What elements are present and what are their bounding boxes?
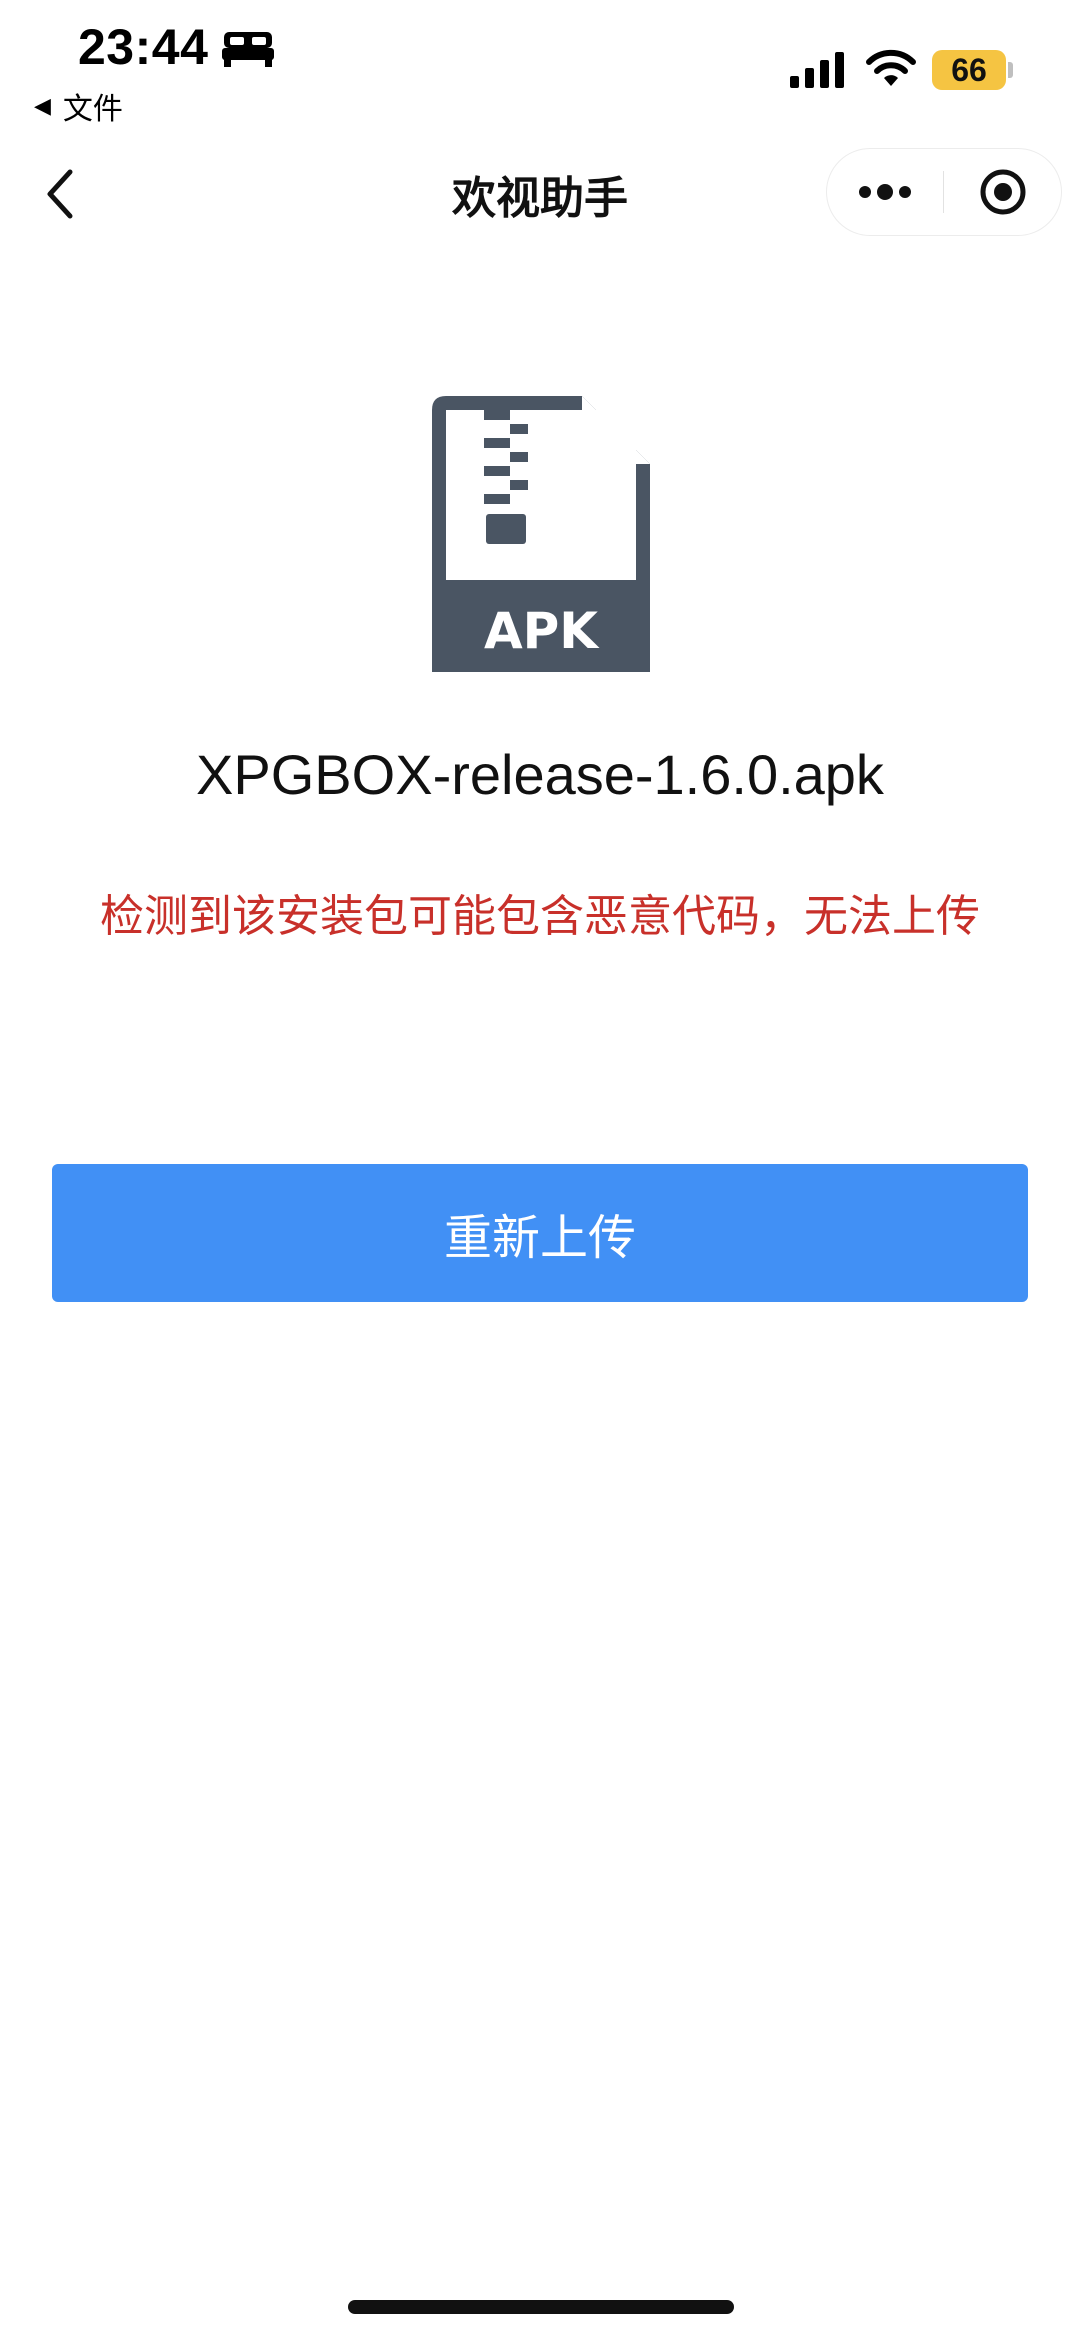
nav-bar: 欢视助手 (0, 140, 1080, 250)
back-triangle-icon: ◀ (34, 93, 51, 119)
apk-file-label: APK (484, 602, 600, 660)
battery-level: 66 (951, 51, 987, 88)
more-icon (859, 184, 911, 200)
home-indicator[interactable] (348, 2300, 734, 2314)
back-app-label: 文件 (62, 92, 123, 127)
battery-icon: 66 (932, 50, 1006, 90)
status-bar: 23:44 ◀ 文件 66 (0, 0, 1080, 127)
back-to-app-link[interactable]: ◀ 文件 (34, 84, 123, 128)
battery-terminal (1008, 62, 1013, 78)
close-target-icon (980, 169, 1025, 215)
reupload-button[interactable]: 重新上传 (52, 1164, 1028, 1302)
status-time: 23:44 (78, 19, 209, 75)
wifi-icon (866, 49, 916, 86)
signal-icon (790, 52, 844, 88)
bed-icon (222, 32, 274, 67)
error-message: 检测到该安装包可能包含恶意代码，无法上传 (100, 891, 980, 942)
close-button[interactable] (944, 149, 1061, 235)
mini-program-capsule (826, 148, 1062, 236)
file-name: XPGBOX-release-1.6.0.apk (196, 743, 884, 806)
more-button[interactable] (827, 149, 943, 235)
apk-file-icon: APK (432, 396, 650, 672)
